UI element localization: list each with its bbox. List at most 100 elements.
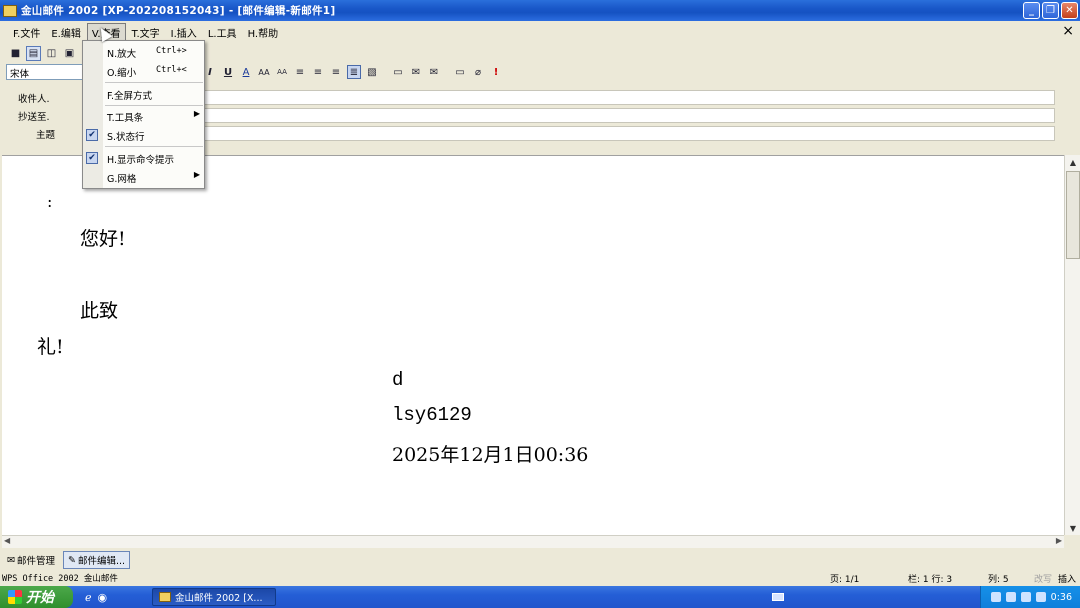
desktop-icon[interactable]: ◉ [98,591,108,604]
menu-insert[interactable]: I.插入 [166,23,202,42]
statusbar-label: S.状态行 [107,132,145,143]
horizontal-scrollbar[interactable]: ◀ ▶ [2,535,1064,548]
attachment-icon[interactable]: ⌀ [471,65,485,79]
scroll-thumb[interactable] [1066,171,1080,259]
scroll-down-icon[interactable]: ▼ [1065,521,1080,535]
signature-user: lsy6129 [392,404,472,426]
taskbar: 开始 ℯ ◉ 金山邮件 2002 [X... 0:36 [0,586,1080,608]
scroll-right-icon[interactable]: ▶ [1056,536,1064,545]
cc-button[interactable]: 抄送至. [18,109,78,123]
menu-edit[interactable]: E.编辑 [46,23,86,42]
tab-mail-editor-label: 邮件编辑... [77,556,126,567]
status-bar: WPS Office 2002 金山邮件 页: 1/1 栏: 1 行: 3 列:… [0,570,1080,585]
menu-text[interactable]: T.文字 [127,23,165,42]
status-app: WPS Office 2002 金山邮件 [2,574,118,584]
body-colon: : [47,192,53,211]
body-greeting: 您好! [80,228,126,250]
menu-item-fullscreen[interactable]: F.全屏方式 [83,85,204,104]
status-insert: 插入 [1058,575,1077,585]
menu-help[interactable]: H.帮助 [243,23,284,42]
app-task-icon [159,592,171,602]
document-close-icon[interactable]: × [1062,23,1074,39]
fullscreen-label: F.全屏方式 [107,91,152,102]
clock: 0:36 [1050,591,1072,603]
menu-separator [105,146,203,147]
volume-icon[interactable] [1020,592,1031,602]
menu-file[interactable]: F.文件 [8,23,45,42]
submenu-arrow-icon: ▶ [193,170,200,179]
scroll-left-icon[interactable]: ◀ [2,536,10,545]
send-mail-icon[interactable]: ✉ [409,65,423,79]
submenu-arrow-icon: ▶ [193,109,200,118]
security-icon[interactable] [1035,592,1046,602]
menu-item-zoom-in[interactable]: N.放大 Ctrl+> [83,43,204,62]
title-bar: 金山邮件 2002 [XP-202208152043] - [邮件编辑-新邮件1… [0,0,1080,21]
tab-mail-manager-label: 邮件管理 [16,556,55,567]
windows-flag-icon [8,590,22,604]
menu-separator [105,105,203,106]
cc-field[interactable] [200,108,1055,123]
align-justify-icon[interactable]: ≣ [347,65,361,79]
restore-button[interactable]: ❐ [1042,2,1059,19]
input-method-icon[interactable] [1005,592,1016,602]
print-preview-icon[interactable]: ◫ [44,46,59,61]
signature-name: d [392,369,404,391]
to-button[interactable]: 收件人. [18,91,78,105]
command-hints-label: H.显示命令提示 [107,155,174,166]
status-page: 页: 1/1 [830,575,860,585]
window-title: 金山邮件 2002 [XP-202208152043] - [邮件编辑-新邮件1… [21,5,336,17]
save-icon[interactable]: ■ [8,46,23,61]
underline-icon[interactable]: U [221,65,235,79]
close-button[interactable]: ✕ [1061,2,1078,19]
message-editor[interactable]: : 您好! 此致 礼! d lsy6129 2025年12月1日00:36 [2,155,1064,535]
font-grow-icon[interactable]: AA [257,65,271,79]
insert-image-icon[interactable]: ▧ [365,65,379,79]
priority-icon[interactable]: ! [489,65,503,79]
menu-separator [105,82,203,83]
align-left-icon[interactable]: ≡ [293,65,307,79]
menu-bar: F.文件 E.编辑 V.查看 T.文字 I.插入 L.工具 H.帮助 × [0,22,1080,42]
address-book-icon[interactable]: ▭ [391,65,405,79]
to-field[interactable] [200,90,1055,105]
zoom-out-shortcut: Ctrl+< [156,65,187,75]
start-button[interactable]: 开始 [0,586,73,608]
app-icon[interactable] [3,4,17,17]
tab-mail-editor[interactable]: ✎ 邮件编辑... [62,551,131,569]
font-select[interactable]: 宋体 [6,64,84,80]
body-closing2: 礼! [37,336,64,358]
toolbars-label: T.工具条 [107,113,144,124]
taskbar-app-button[interactable]: 金山邮件 2002 [X... [152,588,276,606]
ie-icon[interactable]: ℯ [85,591,92,604]
menu-item-statusbar[interactable]: ✔ S.状态行 [83,126,204,145]
subject-field[interactable] [200,126,1055,141]
scroll-up-icon[interactable]: ▲ [1065,155,1080,169]
print-icon[interactable]: ▣ [62,46,77,61]
zoom-in-label: N.放大 [107,49,137,60]
start-label: 开始 [26,590,54,606]
vertical-scrollbar[interactable]: ▲ ▼ [1064,155,1080,535]
checkmark-icon: ✔ [86,129,98,141]
keyboard-icon[interactable] [772,593,784,601]
signature-icon[interactable]: ▭ [453,65,467,79]
network-icon[interactable] [990,592,1001,602]
align-center-icon[interactable]: ≡ [311,65,325,79]
grid-label: G.网格 [107,174,137,185]
minimize-button[interactable]: _ [1023,2,1040,19]
font-shrink-icon[interactable]: AA [275,65,289,79]
status-col: 列: 5 [988,575,1009,585]
italic-icon[interactable]: I [203,65,217,79]
menu-item-toolbars[interactable]: T.工具条 ▶ [83,107,204,126]
font-color-icon[interactable]: A [239,65,253,79]
menu-tools[interactable]: L.工具 [203,23,242,42]
menu-item-grid[interactable]: G.网格 ▶ [83,168,204,187]
mail-icon: ✉ [7,554,15,566]
align-right-icon[interactable]: ≡ [329,65,343,79]
view-menu-dropdown: N.放大 Ctrl+> O.缩小 Ctrl+< F.全屏方式 T.工具条 ▶ ✔… [82,40,205,189]
menu-item-command-hints[interactable]: ✔ H.显示命令提示 [83,149,204,168]
check-mail-icon[interactable]: ✉ [427,65,441,79]
signature-date: 2025年12月1日00:36 [392,444,589,466]
document-tabs: ✉ 邮件管理 ✎ 邮件编辑... [0,551,1080,569]
menu-item-zoom-out[interactable]: O.缩小 Ctrl+< [83,62,204,81]
open-folder-icon[interactable]: ▤ [26,45,41,61]
tab-mail-manager[interactable]: ✉ 邮件管理 [3,552,59,568]
